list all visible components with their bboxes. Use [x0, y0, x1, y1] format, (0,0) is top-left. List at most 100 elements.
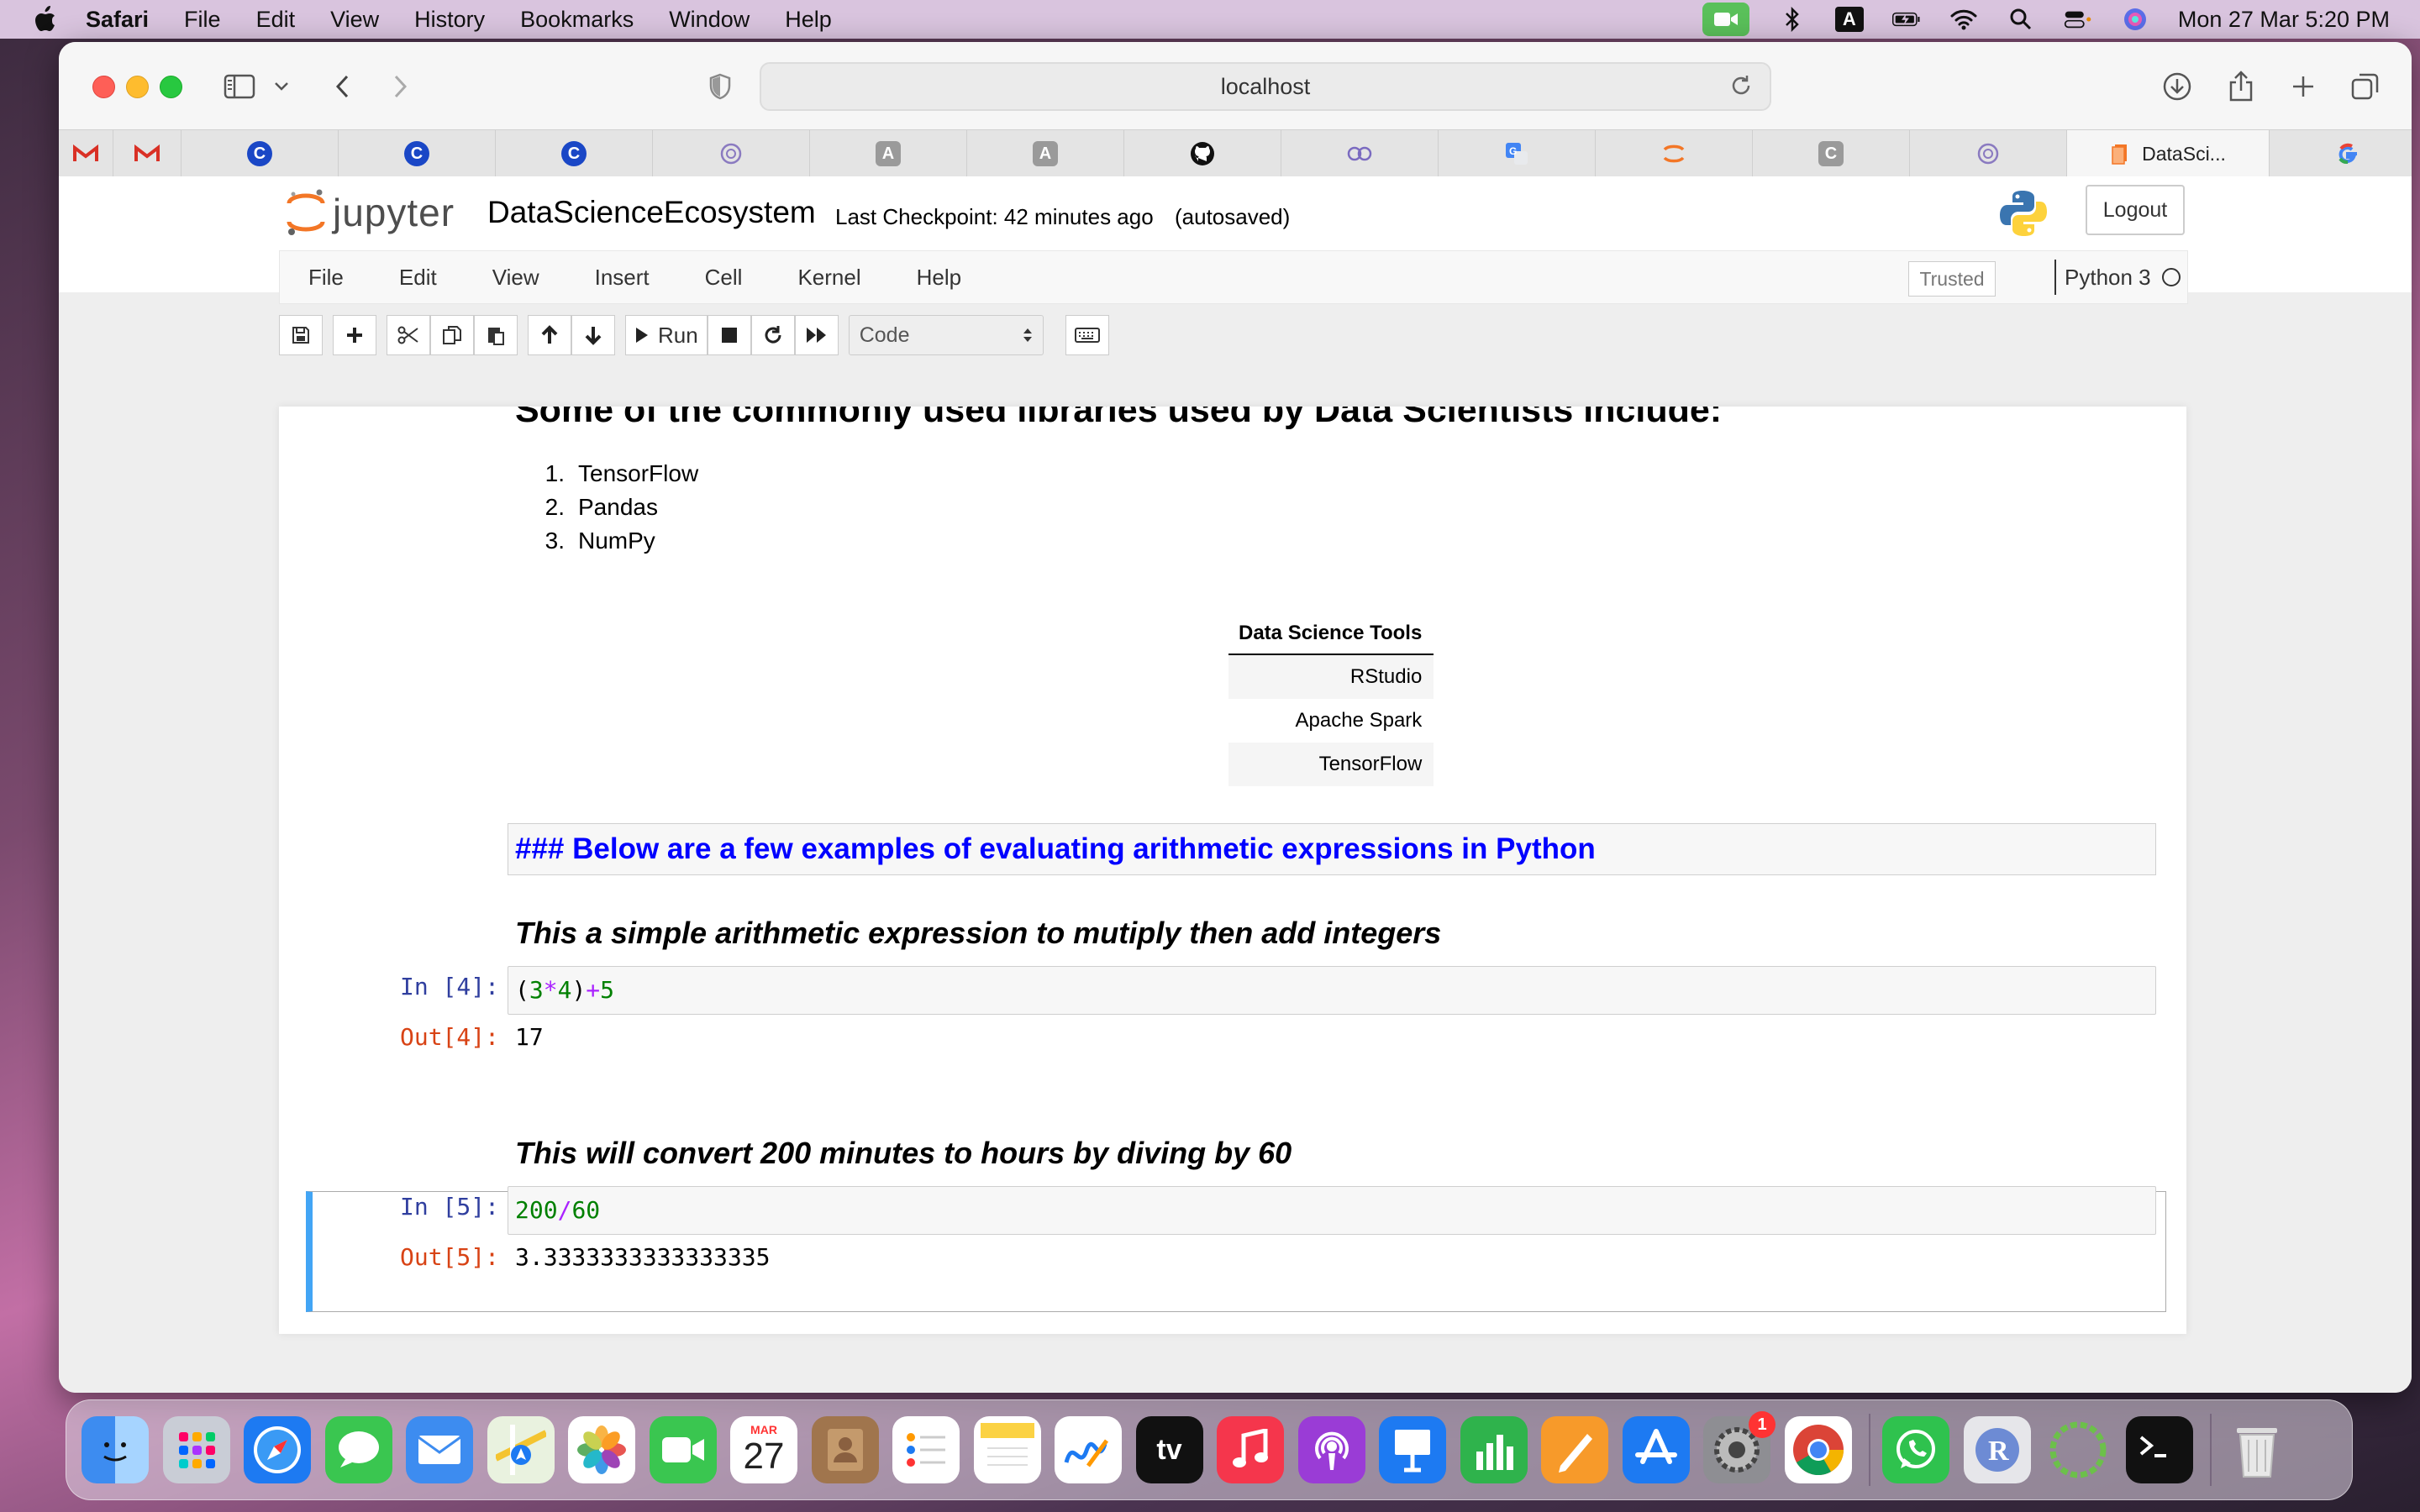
privacy-shield-icon[interactable]	[702, 69, 738, 104]
keyboard-shortcuts-button[interactable]	[1065, 315, 1109, 355]
photos-icon[interactable]	[568, 1416, 635, 1483]
reload-icon[interactable]	[1729, 74, 1753, 97]
tab-translate[interactable]: G	[1439, 130, 1596, 177]
reminders-icon[interactable]	[892, 1416, 960, 1483]
bluetooth-icon[interactable]	[1778, 7, 1807, 32]
copy-button[interactable]	[430, 315, 474, 355]
close-window-button[interactable]	[92, 76, 115, 98]
tab-jupyter-1[interactable]	[1596, 130, 1753, 177]
tab-overview-icon[interactable]	[2348, 69, 2383, 104]
app-store-icon[interactable]	[1622, 1416, 1690, 1483]
tab-c-4[interactable]: C	[1753, 130, 1910, 177]
tab-openai-2[interactable]	[1910, 130, 2067, 177]
calendar-icon[interactable]: MAR 27	[730, 1416, 797, 1483]
address-bar[interactable]: localhost	[760, 62, 1771, 111]
tab-a-2[interactable]: A	[967, 130, 1124, 177]
control-center-icon[interactable]	[2064, 7, 2092, 32]
menu-clock[interactable]: Mon 27 Mar 5:20 PM	[2178, 7, 2390, 33]
run-button[interactable]: Run	[625, 315, 708, 355]
r-app-icon[interactable]: R	[1963, 1416, 2031, 1483]
chevron-down-icon[interactable]	[264, 69, 299, 104]
cell1-code-input[interactable]: (3*4)+5	[508, 966, 2156, 1015]
restart-button[interactable]	[750, 315, 795, 355]
minimize-window-button[interactable]	[126, 76, 149, 98]
nb-menu-cell[interactable]: Cell	[705, 265, 743, 291]
safari-icon[interactable]	[244, 1416, 311, 1483]
back-icon[interactable]	[324, 69, 360, 104]
apple-tv-icon[interactable]: tv	[1135, 1416, 1203, 1483]
system-settings-icon[interactable]: 1	[1703, 1411, 1776, 1483]
url-text[interactable]: localhost	[1221, 74, 1311, 100]
tab-c-3[interactable]: C	[496, 130, 653, 177]
tab-gmail[interactable]	[59, 130, 113, 177]
nb-menu-file[interactable]: File	[308, 265, 344, 291]
battery-icon[interactable]	[1891, 7, 1921, 32]
wifi-icon[interactable]	[1949, 7, 1978, 32]
launchpad-icon[interactable]	[162, 1416, 230, 1483]
markdown-edit-cell[interactable]: ### Below are a few examples of evaluati…	[508, 823, 2156, 875]
menu-window[interactable]: Window	[669, 7, 750, 33]
trash-icon[interactable]	[2223, 1416, 2291, 1483]
interrupt-button[interactable]	[707, 315, 751, 355]
tab-wave[interactable]	[1281, 130, 1439, 177]
terminal-icon[interactable]	[2125, 1416, 2193, 1483]
tab-google[interactable]	[2270, 130, 2412, 177]
active-tab-title[interactable]: DataSci...	[2142, 143, 2226, 165]
menu-app-name[interactable]: Safari	[86, 7, 149, 33]
tab-a-1[interactable]: A	[810, 130, 967, 177]
maps-icon[interactable]	[487, 1416, 555, 1483]
nb-menu-edit[interactable]: Edit	[399, 265, 437, 291]
paste-button[interactable]	[474, 315, 518, 355]
apple-icon[interactable]	[32, 5, 57, 34]
siri-icon[interactable]	[2121, 7, 2149, 32]
tab-active-datascience[interactable]: DataSci...	[2067, 130, 2270, 177]
menu-view[interactable]: View	[330, 7, 379, 33]
tab-openai-1[interactable]	[653, 130, 810, 177]
tab-gmail-2[interactable]	[113, 130, 182, 177]
messages-icon[interactable]	[324, 1416, 392, 1483]
numbers-icon[interactable]	[1460, 1416, 1528, 1483]
whatsapp-icon[interactable]	[1882, 1416, 1949, 1483]
tab-github[interactable]	[1124, 130, 1281, 177]
mail-icon[interactable]	[406, 1416, 473, 1483]
tab-c-2[interactable]: C	[339, 130, 496, 177]
share-icon[interactable]	[2223, 69, 2259, 104]
podcasts-icon[interactable]	[1297, 1416, 1365, 1483]
nb-menu-kernel[interactable]: Kernel	[797, 265, 860, 291]
nb-menu-view[interactable]: View	[492, 265, 539, 291]
spotlight-search-icon[interactable]	[2007, 7, 2035, 32]
tab-c-1[interactable]: C	[182, 130, 339, 177]
cut-button[interactable]	[387, 315, 430, 355]
camera-in-use-icon[interactable]	[1702, 3, 1749, 36]
move-up-button[interactable]	[528, 315, 571, 355]
menu-file[interactable]: File	[184, 7, 221, 33]
facetime-icon[interactable]	[649, 1416, 717, 1483]
kernel-name[interactable]: Python 3	[2054, 260, 2151, 295]
insert-cell-button[interactable]	[333, 315, 376, 355]
contacts-icon[interactable]	[811, 1416, 879, 1483]
menu-help[interactable]: Help	[785, 7, 832, 33]
finder-icon[interactable]	[82, 1416, 149, 1483]
new-tab-icon[interactable]	[2286, 69, 2321, 104]
sidebar-toggle-icon[interactable]	[222, 69, 257, 104]
downloads-icon[interactable]	[2160, 69, 2195, 104]
pages-icon[interactable]	[1541, 1416, 1608, 1483]
notebook-title[interactable]: DataScienceEcosystem	[487, 195, 816, 230]
input-source-icon[interactable]: A	[1834, 7, 1864, 32]
forward-icon[interactable]	[383, 69, 418, 104]
nb-menu-help[interactable]: Help	[917, 265, 961, 291]
restart-run-all-button[interactable]	[794, 315, 839, 355]
chrome-icon[interactable]	[1784, 1416, 1852, 1483]
logout-button[interactable]: Logout	[2086, 185, 2185, 235]
save-button[interactable]	[279, 315, 323, 355]
menu-bookmarks[interactable]: Bookmarks	[520, 7, 634, 33]
menu-history[interactable]: History	[414, 7, 485, 33]
trusted-badge[interactable]: Trusted	[1908, 261, 1996, 297]
move-down-button[interactable]	[571, 315, 615, 355]
zoom-window-button[interactable]	[160, 76, 182, 98]
music-icon[interactable]	[1217, 1416, 1284, 1483]
freeform-icon[interactable]	[1055, 1416, 1122, 1483]
notes-icon[interactable]	[973, 1416, 1041, 1483]
nb-menu-insert[interactable]: Insert	[595, 265, 650, 291]
loading-app-icon[interactable]	[2044, 1416, 2112, 1483]
